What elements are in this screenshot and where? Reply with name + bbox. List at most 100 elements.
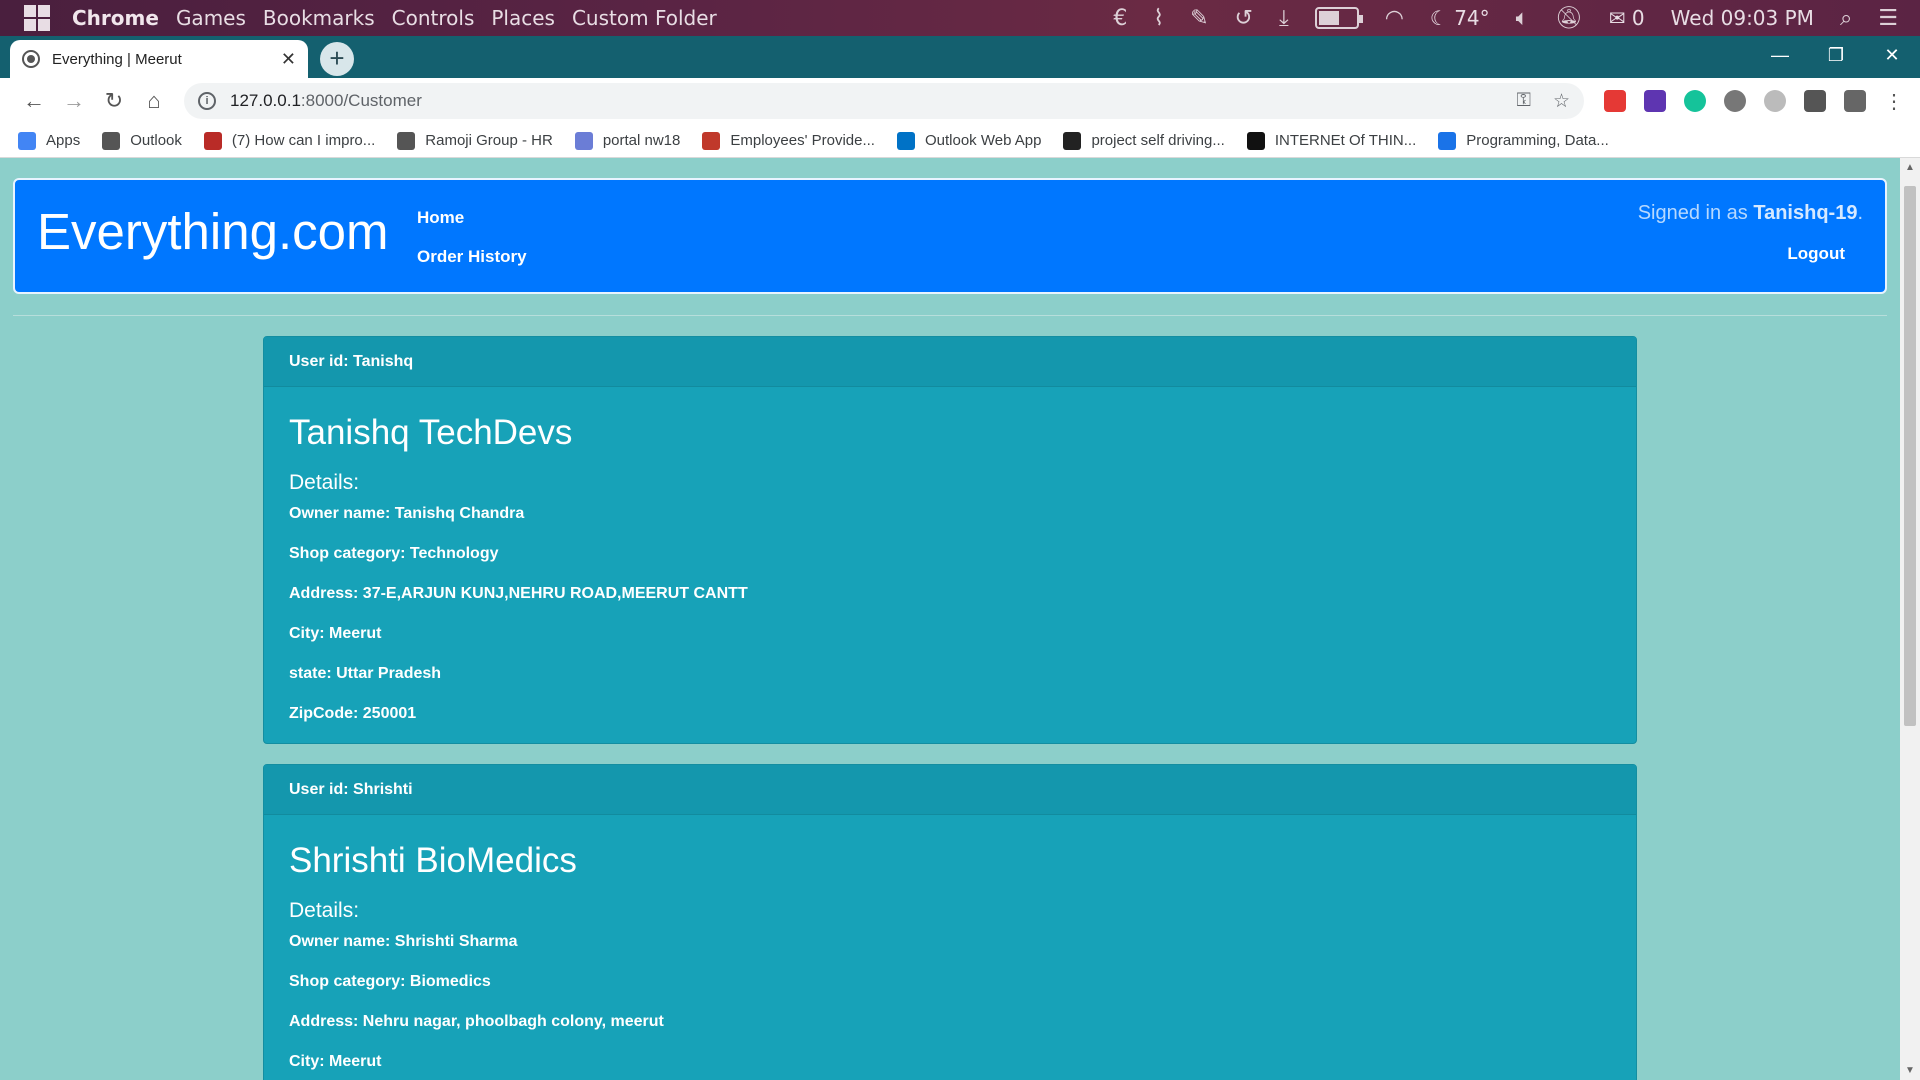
signed-in-user: Tanishq-19 — [1753, 202, 1858, 224]
ramoji-icon — [397, 131, 416, 150]
bookmark-portal[interactable]: portal nw18 — [574, 131, 680, 150]
os-menu-games[interactable]: Games — [176, 6, 246, 30]
shop-name: Shrishti BioMedics — [289, 841, 577, 880]
bookmark-medium[interactable]: INTERNEt Of THIN... — [1246, 131, 1417, 150]
nav-order-history-link[interactable]: Order History — [417, 247, 527, 267]
shop-category: Shop category: Biomedics — [289, 973, 491, 990]
grammarly-icon[interactable] — [1684, 90, 1706, 112]
bookmark-epf[interactable]: Employees' Provide... — [702, 131, 875, 150]
bookmark-label: (7) How can I impro... — [231, 132, 376, 149]
page-scrollbar[interactable]: ▲ ▼ — [1900, 158, 1920, 1080]
restore-icon[interactable]: ❐ — [1808, 36, 1864, 78]
card-body: Tanishq TechDevs Details: Owner name: Ta… — [264, 387, 1636, 755]
wifi-icon[interactable]: ◠ — [1385, 6, 1404, 31]
epf-icon — [702, 131, 721, 150]
scroll-down-icon[interactable]: ▼ — [1900, 1065, 1920, 1076]
shop-address: Address: 37-E,ARJUN KUNJ,NEHRU ROAD,MEER… — [289, 585, 748, 602]
paperclip-icon[interactable]: ⌇ — [1153, 6, 1164, 31]
bookmark-label: Ramoji Group - HR — [425, 132, 553, 149]
site-info-icon[interactable]: i — [198, 92, 216, 110]
address-bar[interactable]: i 127.0.0.1:8000/Customer ⚿ ☆ — [184, 83, 1584, 119]
shop-category: Shop category: Technology — [289, 545, 499, 562]
bookmark-star-icon[interactable]: ☆ — [1553, 90, 1570, 113]
windows-logo-icon[interactable] — [24, 5, 50, 31]
volume-icon[interactable]: 🔈︎ — [1516, 6, 1529, 31]
nav-home-link[interactable]: Home — [417, 208, 464, 228]
scroll-up-icon[interactable]: ▲ — [1900, 162, 1920, 173]
key-icon[interactable]: ⚿ — [1516, 90, 1530, 113]
divider — [13, 315, 1887, 316]
new-tab-button[interactable]: + — [320, 42, 354, 76]
extension-timer-icon[interactable] — [1724, 90, 1746, 112]
tab-close-icon[interactable]: ✕ — [281, 49, 296, 70]
clock[interactable]: Wed 09:03 PM — [1671, 6, 1814, 30]
url-host: 127.0.0.1 — [230, 91, 301, 110]
extensions-puzzle-icon[interactable] — [1804, 90, 1826, 112]
os-menu-custom-folder[interactable]: Custom Folder — [572, 6, 717, 30]
reload-icon[interactable]: ↻ — [94, 88, 134, 114]
tab-title: Everything | Meerut — [52, 50, 182, 68]
weather-readout[interactable]: ☾ 74° — [1430, 6, 1490, 30]
bookmarks-bar: Apps Outlook (7) How can I impro... Ramo… — [0, 124, 1920, 158]
bookmark-label: project self driving... — [1091, 132, 1225, 149]
notifications-muted-icon[interactable]: 🔕︎ — [1555, 6, 1583, 31]
url-path: :8000/Customer — [300, 91, 422, 110]
minimize-icon[interactable]: — — [1752, 36, 1808, 78]
forward-icon[interactable]: → — [54, 88, 94, 114]
window-controls: — ❐ ✕ — [1752, 36, 1920, 78]
extension-k-icon[interactable] — [1644, 90, 1666, 112]
portal-icon — [574, 131, 593, 150]
bookmark-quora[interactable]: (7) How can I impro... — [203, 131, 376, 150]
card-body: Shrishti BioMedics Details: Owner name: … — [264, 815, 1636, 1080]
shop-state: state: Uttar Pradesh — [289, 665, 442, 682]
euro-icon[interactable]: € — [1113, 6, 1127, 31]
card-header: User id: Shrishti — [264, 765, 1636, 815]
browser-tab[interactable]: Everything | Meerut ✕ — [10, 40, 308, 78]
battery-level — [1318, 11, 1339, 25]
shop-city: City: Meerut — [289, 1053, 382, 1070]
profile-avatar-icon[interactable] — [1844, 90, 1866, 112]
os-menu-controls[interactable]: Controls — [392, 6, 475, 30]
mail-indicator[interactable]: ✉ 0 — [1609, 6, 1645, 30]
pencil-icon[interactable]: ✎ — [1190, 6, 1208, 31]
list-menu-icon[interactable]: ☰ — [1878, 6, 1898, 31]
search-icon[interactable]: ⌕ — [1840, 6, 1852, 31]
extension-red-icon[interactable] — [1604, 90, 1626, 112]
os-menu-bookmarks[interactable]: Bookmarks — [263, 6, 375, 30]
bookmark-owa[interactable]: Outlook Web App — [896, 131, 1041, 150]
home-icon[interactable]: ⌂ — [134, 88, 174, 114]
bookmark-github[interactable]: project self driving... — [1063, 131, 1225, 150]
shop-name: Tanishq TechDevs — [289, 413, 573, 452]
page-viewport: Everything.com Home Order History Signed… — [0, 158, 1900, 1080]
bookmark-outlook[interactable]: Outlook — [102, 131, 182, 150]
bookmark-label: Employees' Provide... — [730, 132, 875, 149]
bookmark-ramoji[interactable]: Ramoji Group - HR — [397, 131, 553, 150]
bookmark-label: INTERNEt Of THIN... — [1274, 132, 1417, 149]
scrollbar-thumb[interactable] — [1904, 186, 1916, 726]
bookmark-apps[interactable]: Apps — [18, 131, 80, 150]
download-icon[interactable]: ⤓ — [1279, 6, 1289, 31]
logout-link[interactable]: Logout — [1787, 244, 1845, 264]
extension-gray-icon[interactable] — [1764, 90, 1786, 112]
details-label: Details: — [289, 471, 360, 494]
owner-name: Owner name: Shrishti Sharma — [289, 933, 518, 950]
outlook-icon — [102, 131, 121, 150]
bookmark-label: Programming, Data... — [1466, 132, 1609, 149]
apps-grid-icon — [18, 131, 36, 150]
back-icon[interactable]: ← — [14, 88, 54, 114]
mail-count: 0 — [1631, 6, 1645, 30]
close-window-icon[interactable]: ✕ — [1864, 36, 1920, 78]
tab-favicon-icon — [22, 50, 40, 68]
signed-in-suffix: . — [1857, 202, 1863, 224]
bookmark-programming[interactable]: Programming, Data... — [1438, 131, 1609, 150]
os-menu: Chrome Games Bookmarks Controls Places C… — [72, 6, 717, 30]
chrome-menu-icon[interactable]: ⋮ — [1884, 89, 1904, 114]
site-brand[interactable]: Everything.com — [37, 202, 388, 261]
github-icon — [1063, 131, 1082, 150]
history-icon[interactable]: ↺ — [1235, 6, 1253, 31]
os-menu-chrome[interactable]: Chrome — [72, 6, 159, 30]
battery-icon[interactable] — [1314, 7, 1363, 29]
extensions-area: ⋮ — [1604, 89, 1904, 114]
os-menu-places[interactable]: Places — [491, 6, 555, 30]
mail-icon: ✉ — [1608, 6, 1626, 30]
